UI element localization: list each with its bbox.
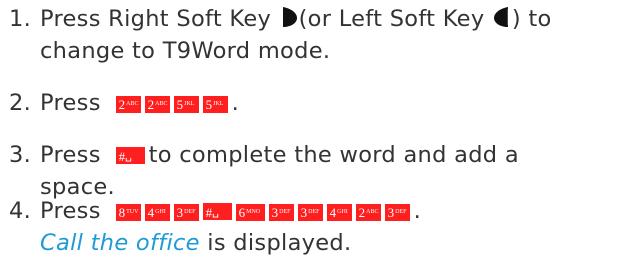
- key-3-def: 3DEF: [173, 204, 199, 221]
- step-number: 1.: [9, 6, 32, 32]
- step-number: 3.: [9, 142, 32, 168]
- right-soft-key-icon: [282, 7, 297, 27]
- key-2-abc: 2ABC: [144, 96, 170, 113]
- step-1-line-2: change to T9Word mode.: [40, 38, 331, 64]
- step-2-line: 2. Press 2ABC 2ABC 5JKL 5JKL.: [9, 89, 239, 117]
- step-4-end: .: [413, 198, 422, 224]
- step-3-text-b: to complete the word and add a: [148, 142, 519, 168]
- key-2-abc: 2ABC: [115, 96, 141, 113]
- key-5-jkl: 5JKL: [173, 96, 199, 113]
- step-1-text-b: (or Left Soft Key: [298, 6, 492, 32]
- key-3-def: 3DEF: [384, 204, 410, 221]
- step-4-line-2: Call the office is displayed.: [40, 229, 351, 257]
- key-hash-space: #␣: [202, 203, 232, 220]
- step-3-line-1: 3. Press #␣ to complete the word and add a: [9, 141, 519, 169]
- step-4-line-1: 4. Press 8TUV 4GHI 3DEF #␣ 6MNO 3DEF 3DEF 4GHI 2A…: [9, 197, 421, 225]
- step-3-text-a: Press: [40, 142, 101, 168]
- key-4-ghi: 4GHI: [144, 204, 170, 221]
- result-text: Call the office: [40, 230, 200, 256]
- step-number: 2.: [9, 90, 32, 116]
- key-6-mno: 6MNO: [235, 204, 265, 221]
- step-1-text-a: Press Right Soft Key: [40, 6, 279, 32]
- key-8-tuv: 8TUV: [115, 204, 141, 221]
- step-1-line-1: 1. Press Right Soft Key (or Left Soft Key…: [9, 5, 552, 33]
- instruction-steps: 1. Press Right Soft Key (or Left Soft Key…: [0, 0, 634, 263]
- step-4-text: Press: [40, 198, 101, 224]
- key-5-jkl: 5JKL: [202, 96, 228, 113]
- key-3-def: 3DEF: [268, 204, 294, 221]
- step-number: 4.: [9, 198, 32, 224]
- key-2-abc: 2ABC: [355, 204, 381, 221]
- step-2-end: .: [231, 90, 240, 116]
- key-4-ghi: 4GHI: [326, 204, 352, 221]
- step-2-text: Press: [40, 90, 101, 116]
- result-suffix: is displayed.: [199, 230, 352, 256]
- key-hash-space: #␣: [115, 147, 145, 164]
- left-soft-key-icon: [493, 7, 509, 27]
- step-1-text-c: ) to: [511, 6, 552, 32]
- key-3-def: 3DEF: [297, 204, 323, 221]
